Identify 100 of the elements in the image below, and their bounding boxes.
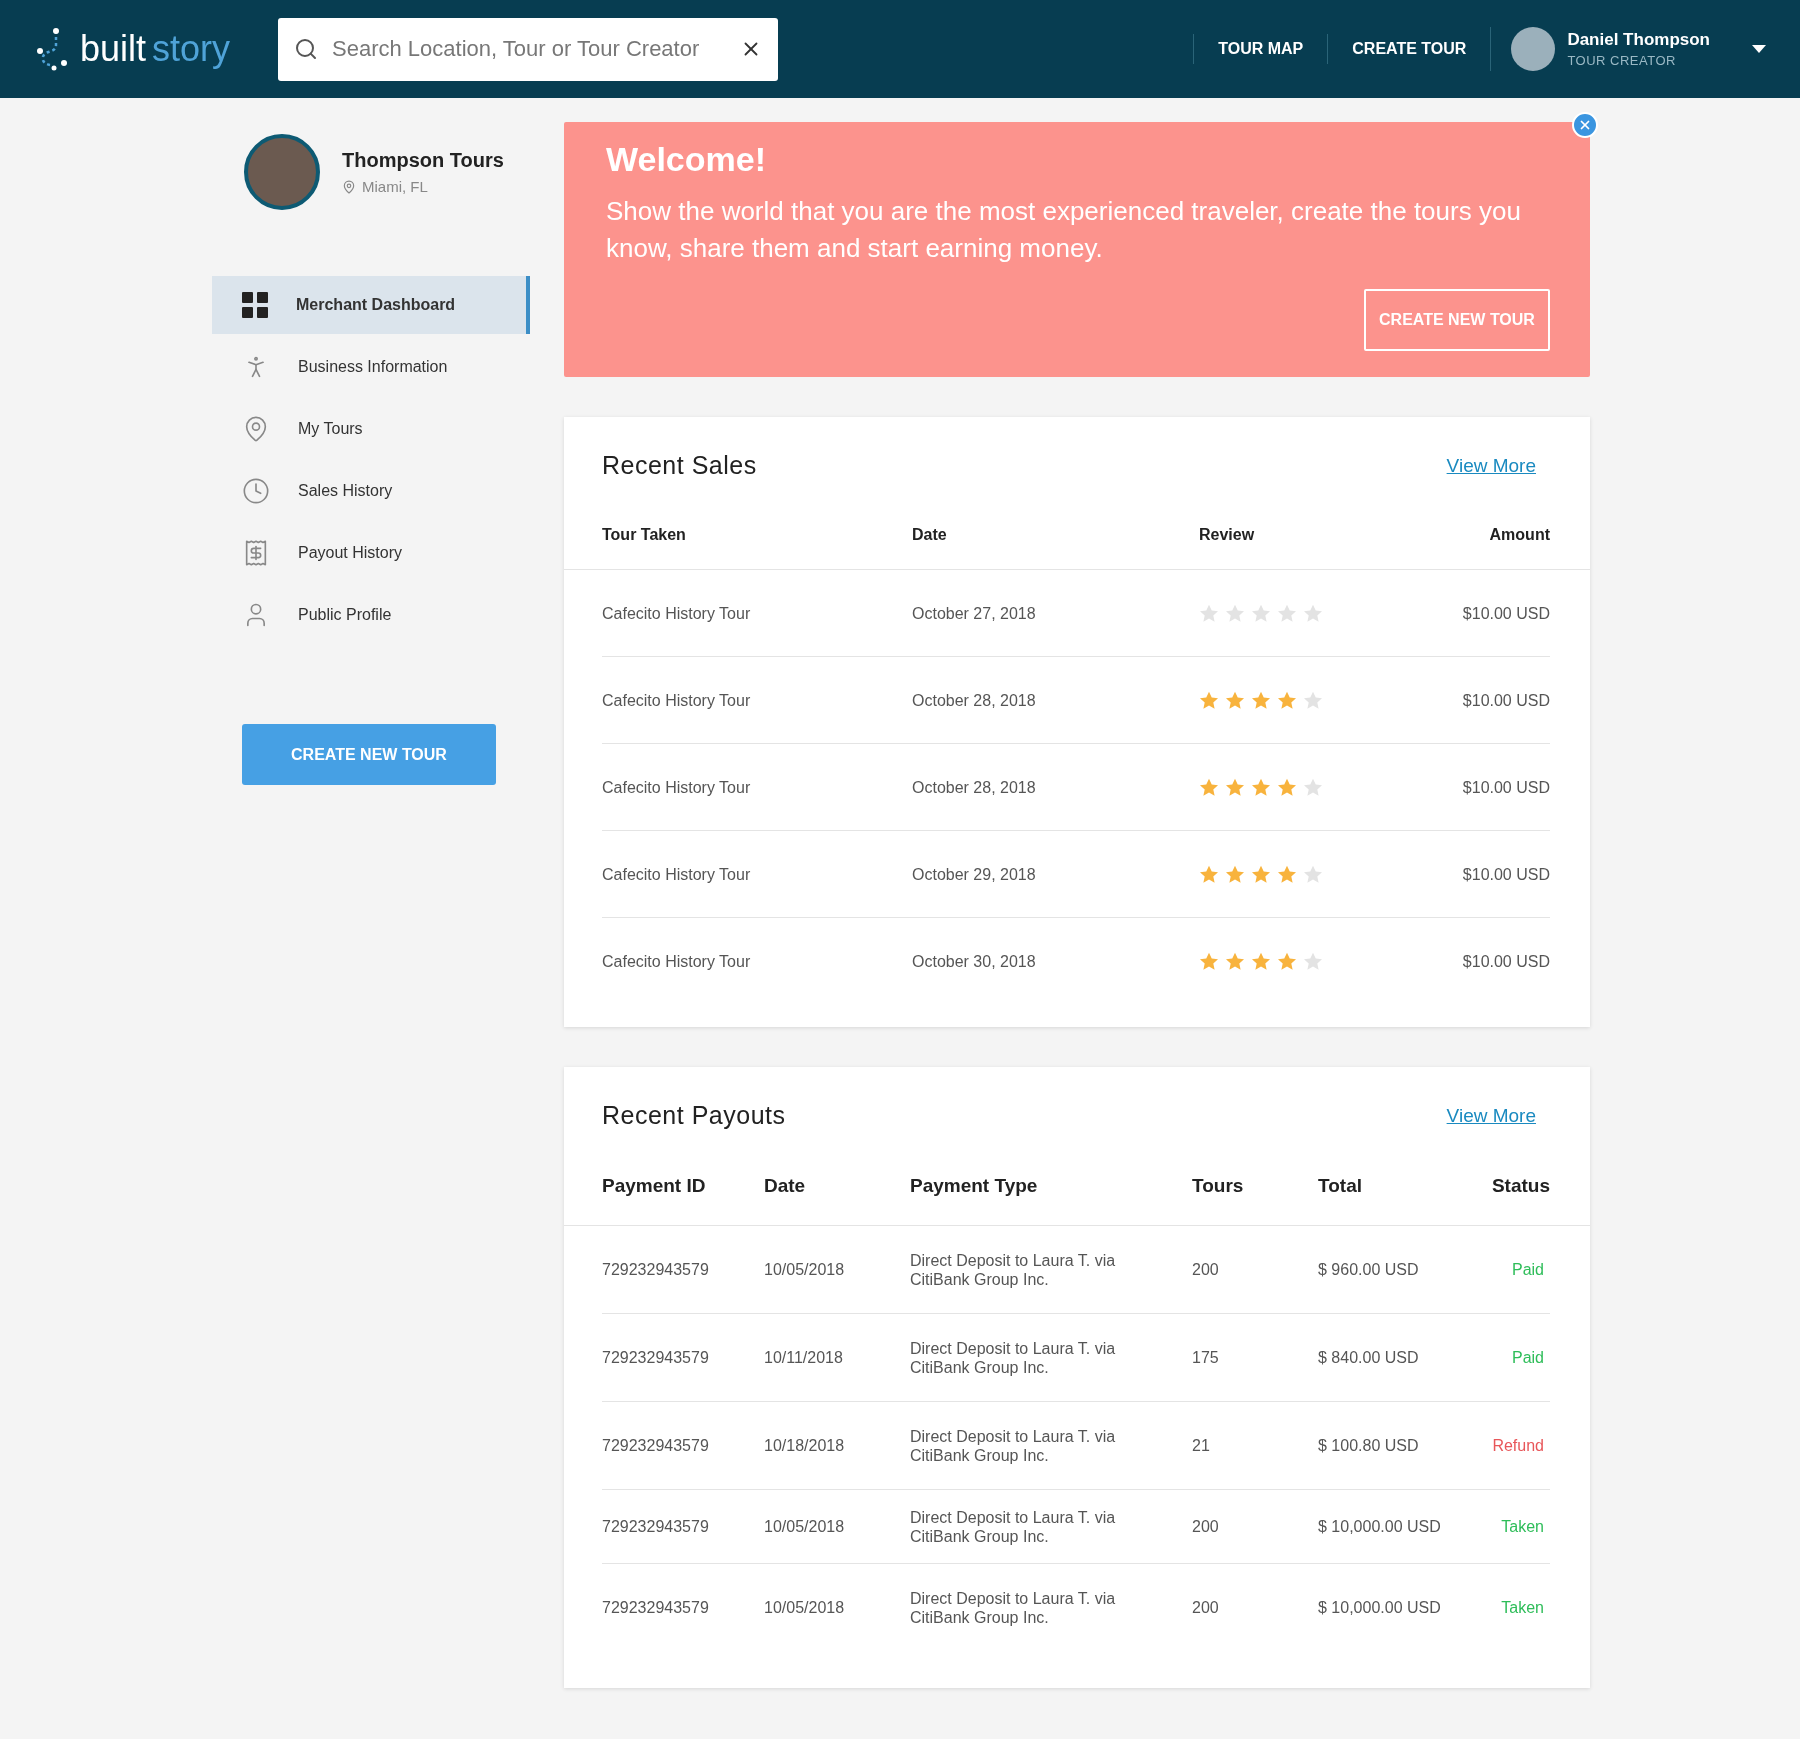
table-cell: $10.00 USD — [1462, 951, 1550, 971]
star-icon — [1225, 951, 1245, 971]
column-header: Status — [1491, 1174, 1550, 1197]
table-cell: Cafecito History Tour — [602, 690, 751, 710]
column-header: Payment ID — [602, 1174, 706, 1197]
table-cell: Cafecito History Tour — [602, 864, 751, 884]
table-cell: $10.00 USD — [1462, 864, 1550, 884]
banner-title: Welcome! — [606, 140, 767, 179]
star-icon — [1251, 603, 1271, 623]
star-icon — [1303, 690, 1323, 710]
column-header: Date — [764, 1174, 806, 1197]
profile-location: Miami, FL — [362, 178, 428, 195]
sidebar-item[interactable]: Payout History — [212, 524, 530, 582]
table-cell: 175 — [1192, 1348, 1219, 1367]
table-cell-text: Direct Deposit to Laura T. via CitiBank Group Inc. — [910, 1507, 1117, 1546]
status-text: Paid — [1511, 1260, 1544, 1279]
status-text: Taken — [1501, 1598, 1544, 1617]
table-cell: 729232943579 — [602, 1517, 709, 1536]
column-header: Amount — [1489, 525, 1550, 544]
table-cell: Cafecito History Tour — [602, 603, 751, 623]
table-cell: 10/05/2018 — [764, 1517, 845, 1536]
star-icon — [1277, 603, 1297, 623]
star-icon — [1199, 690, 1219, 710]
search-field[interactable]: Search Location, Tour or Tour Creator — [278, 17, 778, 81]
table-cell: $ 100.80 USD — [1318, 1436, 1419, 1455]
star-icon — [1303, 951, 1323, 971]
table-cell: $10.00 USD — [1462, 603, 1550, 623]
table-cell-text: Direct Deposit to Laura T. via CitiBank Group Inc. — [910, 1338, 1117, 1377]
table-cell: $10.00 USD — [1462, 690, 1550, 710]
close-icon — [1578, 118, 1592, 132]
column-header: Review — [1199, 525, 1255, 544]
sidebar-item[interactable]: Sales History — [212, 462, 530, 520]
nav-link[interactable]: CREATE TOUR — [1327, 34, 1491, 64]
table-cell: 729232943579 — [602, 1436, 709, 1455]
table-cell: October 30, 2018 — [912, 951, 1036, 971]
card-title: Recent Payouts — [602, 1101, 786, 1130]
star-icon — [1303, 777, 1323, 797]
table-cell: 10/05/2018 — [764, 1598, 845, 1617]
table-cell: October 28, 2018 — [912, 690, 1036, 710]
status-text: Refund — [1492, 1436, 1544, 1455]
table-cell: $ 10,000.00 USD — [1318, 1517, 1441, 1536]
column-header: Date — [912, 525, 947, 544]
status-text: Paid — [1511, 1348, 1544, 1367]
star-icon — [1277, 777, 1297, 797]
table-cell: October 29, 2018 — [912, 864, 1036, 884]
table-cell: 200 — [1192, 1598, 1219, 1617]
sidebar-item[interactable]: Public Profile — [212, 586, 530, 644]
star-icon — [1199, 864, 1219, 884]
star-icon — [1277, 951, 1297, 971]
table-cell: $ 960.00 USD — [1318, 1260, 1419, 1279]
clock-icon — [242, 477, 270, 505]
location-pin-icon — [342, 179, 356, 194]
star-icon — [1199, 777, 1219, 797]
grid-icon — [242, 292, 268, 318]
table-cell-text: Direct Deposit to Laura T. via CitiBank Group Inc. — [910, 1588, 1117, 1627]
star-icon — [1251, 951, 1271, 971]
table-cell: Cafecito History Tour — [602, 951, 751, 971]
sidebar-item[interactable]: Business Information — [212, 338, 530, 396]
star-icon — [1225, 690, 1245, 710]
star-icon — [1225, 777, 1245, 797]
table-cell: 729232943579 — [602, 1348, 709, 1367]
star-icon — [1251, 777, 1271, 797]
star-icon — [1303, 603, 1323, 623]
dropdown-caret-icon[interactable] — [1752, 45, 1766, 53]
logo-text: built — [80, 28, 147, 70]
table-cell-text: Direct Deposit to Laura T. via CitiBank Group Inc. — [910, 1426, 1117, 1465]
table-cell: $ 840.00 USD — [1318, 1348, 1419, 1367]
status-text: Taken — [1501, 1517, 1544, 1536]
table-cell: 200 — [1192, 1517, 1219, 1536]
star-icon — [1251, 864, 1271, 884]
profile-name: Thompson Tours — [342, 149, 504, 172]
user-name: Daniel Thompson — [1567, 30, 1710, 50]
star-icon — [1199, 951, 1219, 971]
table-cell: 10/18/2018 — [764, 1436, 845, 1455]
nav-link[interactable]: TOUR MAP — [1193, 34, 1328, 64]
logo-text: story — [152, 28, 231, 70]
sidebar-item[interactable]: Merchant Dashboard — [212, 276, 530, 334]
avatar — [1511, 27, 1556, 71]
search-icon — [294, 37, 318, 61]
table-cell: October 28, 2018 — [912, 777, 1036, 797]
view-more-link[interactable]: View More — [1446, 454, 1536, 477]
star-icon — [1225, 864, 1245, 884]
table-cell: 729232943579 — [602, 1598, 709, 1617]
star-icon — [1303, 864, 1323, 884]
sidebar-item[interactable]: My Tours — [212, 400, 530, 458]
view-more-link[interactable]: View More — [1446, 1104, 1536, 1127]
table-cell: Cafecito History Tour — [602, 777, 751, 797]
close-button[interactable] — [1572, 112, 1598, 138]
column-header: Payment Type — [910, 1174, 1038, 1197]
column-header: Tour Taken — [602, 525, 686, 544]
star-icon — [1277, 864, 1297, 884]
star-icon — [1199, 603, 1219, 623]
table-cell: October 27, 2018 — [912, 603, 1036, 623]
table-cell: $ 10,000.00 USD — [1318, 1598, 1441, 1617]
star-icon — [1277, 690, 1297, 710]
user-role: TOUR CREATOR — [1567, 53, 1677, 68]
column-header: Total — [1318, 1174, 1362, 1197]
column-header: Tours — [1192, 1174, 1244, 1197]
table-cell: 21 — [1192, 1436, 1210, 1455]
table-cell: 10/11/2018 — [764, 1348, 843, 1367]
